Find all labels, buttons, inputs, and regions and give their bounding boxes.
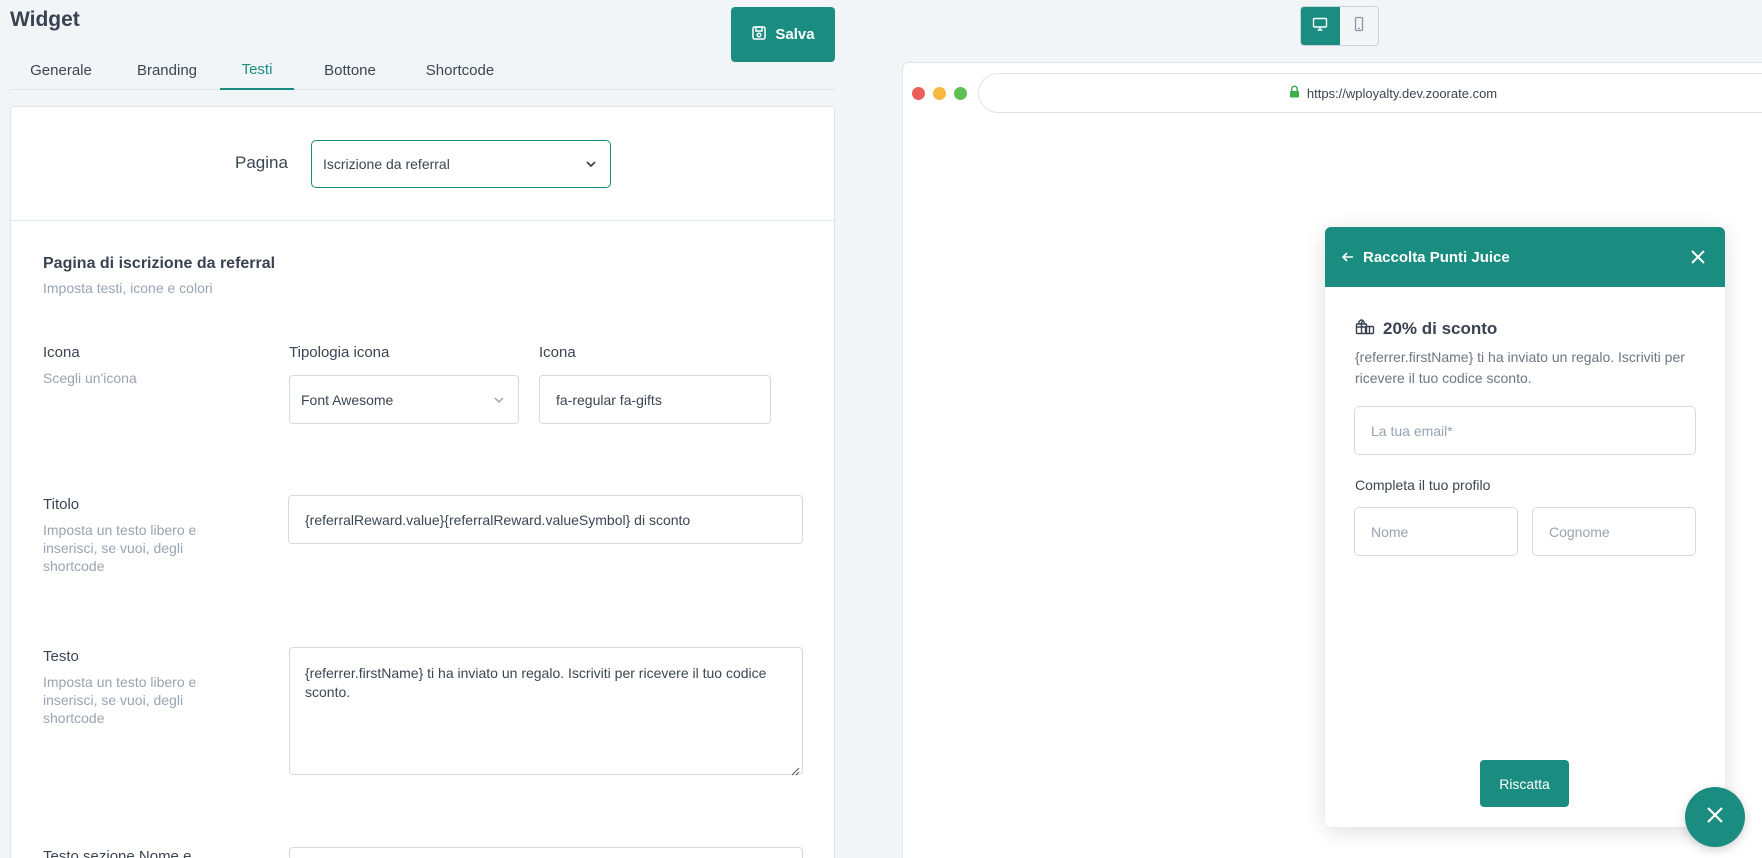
section-subtitle: Imposta testi, icone e colori [43,280,213,296]
icon-name-label: Icona [539,344,576,361]
tab-testi[interactable]: Testi [220,50,294,90]
close-icon [1705,805,1725,830]
last-name-field[interactable]: Cognome [1532,507,1696,556]
icon-type-value: Font Awesome [301,391,394,408]
first-name-field[interactable]: Nome [1354,507,1518,556]
page-select-value: Iscrizione da referral [323,156,450,172]
widget-text: {referrer.firstName} ti ha inviato un re… [1355,349,1685,386]
window-minimize-dot [933,87,946,100]
page-select[interactable]: Iscrizione da referral [311,140,611,188]
desktop-icon [1312,16,1328,37]
text-field-label: Testo [43,648,79,665]
text-field-hint: Imposta un testo libero e inserisci, se … [43,674,197,726]
profile-label: Completa il tuo profilo [1355,477,1491,493]
mobile-icon [1351,16,1367,37]
save-button-label: Salva [775,26,815,43]
arrow-left-icon[interactable] [1341,250,1355,264]
gifts-icon [1355,317,1375,340]
chevron-down-icon [584,157,598,171]
page-selector-label: Pagina [235,153,288,172]
url-bar: https://wployalty.dev.zoorate.com [978,73,1762,113]
icon-type-select[interactable]: Font Awesome [289,375,519,424]
widget-heading: 20% di sconto [1355,317,1497,340]
resize-handle-icon[interactable] [790,762,800,776]
widget-header: Raccolta Punti Juice [1325,227,1725,287]
name-section-label: Testo sezione Nome e [43,848,192,858]
title-field-hint: Imposta un testo libero e inserisci, se … [43,522,197,574]
redeem-button[interactable]: Riscatta [1480,760,1569,807]
save-icon [751,25,767,45]
icon-type-label: Tipologia icona [289,344,390,361]
settings-card: Pagina Iscrizione da referral Pagina di … [10,106,835,858]
icon-name-input[interactable]: fa-regular fa-gifts [539,375,771,424]
text-textarea-value: {referrer.firstName} ti ha inviato un re… [305,665,767,700]
title-input[interactable]: {referralReward.value}{referralReward.va… [288,495,803,544]
text-textarea[interactable]: {referrer.firstName} ti ha inviato un re… [289,647,803,776]
page-selector-row: Pagina Iscrizione da referral [11,107,834,221]
tab-bar: Generale Branding Testi Bottone Shortcod… [10,50,835,90]
chevron-down-icon [492,393,506,407]
window-close-dot [912,87,925,100]
widget-heading-text: 20% di sconto [1383,318,1498,338]
tab-branding[interactable]: Branding [120,50,214,90]
url-text: https://wployalty.dev.zoorate.com [1306,85,1498,101]
close-icon[interactable] [1689,248,1707,266]
section-title: Pagina di iscrizione da referral [43,255,276,272]
tab-bottone[interactable]: Bottone [305,50,395,90]
page-title: Widget [10,8,80,31]
title-field-label: Titolo [43,496,80,513]
icon-field-label: Icona [43,344,80,361]
widget-launcher-button[interactable] [1685,787,1745,847]
name-section-input[interactable] [289,847,803,858]
tab-shortcode[interactable]: Shortcode [408,50,512,90]
tab-generale[interactable]: Generale [18,50,104,90]
desktop-view-button[interactable] [1301,7,1340,45]
email-field[interactable]: La tua email* [1354,406,1696,455]
widget-header-title: Raccolta Punti Juice [1363,248,1510,266]
device-toggle [1300,6,1379,46]
lock-icon [1289,85,1300,101]
mobile-view-button[interactable] [1340,7,1379,45]
icon-field-hint: Scegli un'icona [43,370,137,386]
widget-preview: Raccolta Punti Juice 20% di sconto {refe… [1325,227,1725,827]
window-maximize-dot [954,87,967,100]
